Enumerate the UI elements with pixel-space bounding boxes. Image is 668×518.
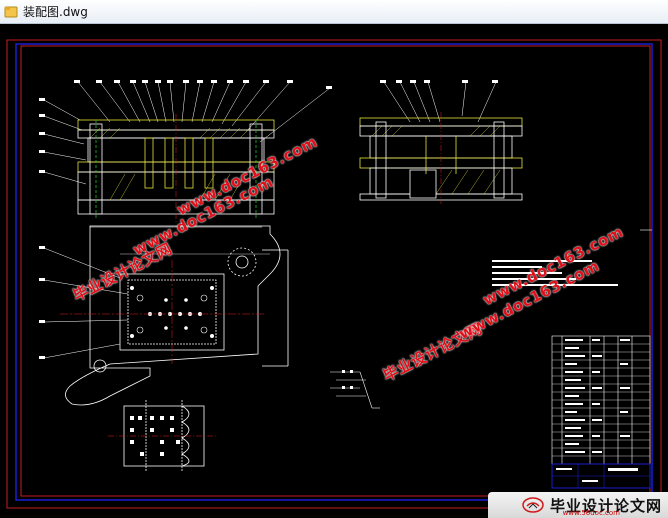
strip-layout-view	[108, 400, 216, 472]
window-title: 装配图.dwg	[23, 5, 88, 19]
brand-banner: 毕业设计论文网 www.56doc.com	[488, 492, 668, 518]
side-section-view	[359, 80, 523, 204]
book-logo-icon	[522, 497, 544, 513]
drawing-canvas[interactable]: 毕业设计论文网 www.doc163.com www.doc163.com 毕业…	[0, 24, 668, 518]
cad-viewer-window: 装配图.dwg 毕业设计论文网 www.doc163.com www.doc16…	[0, 0, 668, 518]
title-bar: 装配图.dwg	[0, 0, 668, 24]
title-block	[551, 335, 651, 489]
brand-url: www.56doc.com	[562, 509, 620, 517]
dwg-file-icon	[4, 6, 18, 17]
part-detail-view	[330, 370, 380, 409]
